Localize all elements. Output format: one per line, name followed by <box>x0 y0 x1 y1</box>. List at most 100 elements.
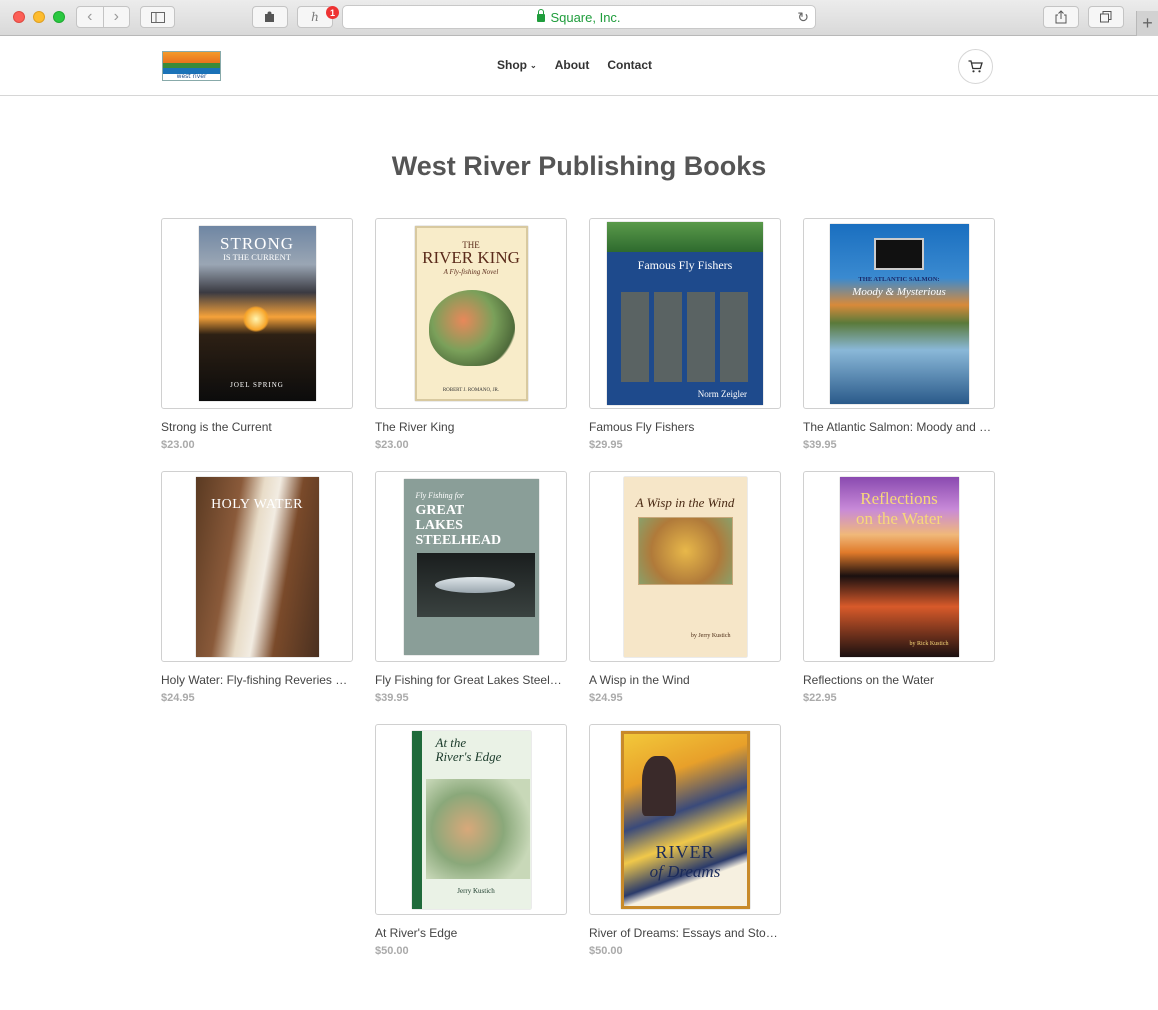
salmon-photo <box>873 237 924 270</box>
product-name[interactable]: A Wisp in the Wind <box>589 673 779 687</box>
product-image-frame: A Wisp in the Wind by Jerry Kustich <box>589 471 781 662</box>
cover-title: Fly Fishing for <box>415 490 464 500</box>
sidebar-icon <box>150 11 165 23</box>
honey-icon: ℎ <box>311 10 319 24</box>
cover-illustration <box>637 516 733 585</box>
logo-text: west river <box>176 72 207 80</box>
product-card[interactable]: RIVER of Dreams River of Dreams: Essays … <box>589 724 781 957</box>
book-cover-great-lakes-steelhead: Fly Fishing for GREAT LAKES STEELHEAD <box>403 478 539 655</box>
product-price: $39.95 <box>375 692 409 704</box>
site-logo[interactable]: west river <box>162 51 221 81</box>
product-image-frame: THE RIVER KING A Fly-fishing Novel ROBER… <box>375 218 567 409</box>
extension-badge: 1 <box>326 6 339 19</box>
book-cover-river-of-dreams: RIVER of Dreams <box>620 730 750 909</box>
product-price: $23.00 <box>375 439 409 451</box>
product-image-frame: HOLY WATER <box>161 471 353 662</box>
product-name[interactable]: River of Dreams: Essays and Stories <box>589 926 779 940</box>
share-button[interactable] <box>1043 6 1079 28</box>
new-tab-button[interactable]: + <box>1136 11 1158 36</box>
page-title: West River Publishing Books <box>391 151 767 181</box>
nav-shop[interactable]: Shop ⌄ <box>497 58 537 72</box>
cover-author: ROBERT J. ROMANO, JR. <box>442 388 500 393</box>
nav-about[interactable]: About <box>555 58 590 72</box>
product-name[interactable]: Strong is the Current <box>161 420 351 434</box>
product-card[interactable]: At the River's Edge Jerry Kustich At Riv… <box>375 724 567 957</box>
cover-author: JOEL SPRING <box>230 381 284 389</box>
nav-contact[interactable]: Contact <box>607 58 652 72</box>
product-price: $50.00 <box>375 945 409 957</box>
main-nav: Shop ⌄ About Contact <box>497 58 652 72</box>
maximize-window-button[interactable] <box>53 11 65 23</box>
cover-photo-grid <box>621 292 749 382</box>
product-price: $29.95 <box>589 439 623 451</box>
product-price: $24.95 <box>589 692 623 704</box>
product-card[interactable]: THE RIVER KING A Fly-fishing Novel ROBER… <box>375 218 567 451</box>
cover-subtitle: on the Water <box>855 508 943 528</box>
cover-subtitle: RIVER KING <box>422 248 520 267</box>
product-image-frame: THE ATLANTIC SALMON: Moody & Mysterious <box>803 218 995 409</box>
tabs-icon <box>1100 11 1112 23</box>
product-name[interactable]: Reflections on the Water <box>803 673 993 687</box>
product-card[interactable]: HOLY WATER Holy Water: Fly-fishing Rever… <box>161 471 353 704</box>
back-icon[interactable]: ‹ <box>77 7 104 27</box>
product-card[interactable]: STRONG IS THE CURRENT JOEL SPRING Strong… <box>161 218 353 451</box>
product-card[interactable]: THE ATLANTIC SALMON: Moody & Mysterious … <box>803 218 995 451</box>
product-image-frame: Reflections on the Water by Rick Kustich <box>803 471 995 662</box>
fish-graphic <box>434 576 515 593</box>
cover-subtitle: GREAT LAKES STEELHEAD <box>415 502 502 548</box>
address-bar[interactable]: Square, Inc. ↻ <box>342 5 816 29</box>
steelhead-photo <box>416 552 535 617</box>
product-name[interactable]: The River King <box>375 420 565 434</box>
product-name[interactable]: At River's Edge <box>375 926 565 940</box>
fish-illustration <box>428 290 515 366</box>
cover-title: Famous Fly Fishers <box>637 258 733 272</box>
product-image-frame: STRONG IS THE CURRENT JOEL SPRING <box>161 218 353 409</box>
cover-author: Jerry Kustich <box>457 886 495 895</box>
cover-title: RIVER <box>655 841 715 862</box>
sun-graphic <box>242 306 269 332</box>
product-name[interactable]: Holy Water: Fly-fishing Reveries and Rum… <box>161 673 351 687</box>
book-cover-a-wisp-in-the-wind: A Wisp in the Wind by Jerry Kustich <box>623 476 747 657</box>
product-price: $39.95 <box>803 439 837 451</box>
share-icon <box>1055 10 1067 24</box>
cover-author: by Rick Kustich <box>909 640 949 647</box>
cover-subtitle: IS THE CURRENT <box>223 252 291 262</box>
product-card[interactable]: A Wisp in the Wind by Jerry Kustich A Wi… <box>589 471 781 704</box>
product-name[interactable]: Famous Fly Fishers <box>589 420 779 434</box>
book-cover-the-river-king: THE RIVER KING A Fly-fishing Novel ROBER… <box>414 226 528 401</box>
browser-titlebar: ‹ › ℎ 1 Square, Inc. ↻ + <box>0 0 1158 36</box>
angler-figure <box>641 755 676 816</box>
minimize-window-button[interactable] <box>33 11 45 23</box>
product-name[interactable]: The Atlantic Salmon: Moody and Mysteriou… <box>803 420 993 434</box>
address-text: Square, Inc. <box>550 9 621 25</box>
cover-title: A Wisp in the Wind <box>635 494 735 510</box>
product-price: $22.95 <box>803 692 837 704</box>
cover-title: HOLY WATER <box>211 496 303 512</box>
book-cover-strong-is-the-current: STRONG IS THE CURRENT JOEL SPRING <box>198 226 316 401</box>
forward-icon[interactable]: › <box>104 7 130 27</box>
product-image-frame: RIVER of Dreams <box>589 724 781 915</box>
product-card[interactable]: Fly Fishing for GREAT LAKES STEELHEAD Fl… <box>375 471 567 704</box>
cover-subtitle: Moody & Mysterious <box>852 285 946 298</box>
book-cover-the-atlantic-salmon: THE ATLANTIC SALMON: Moody & Mysterious <box>829 223 969 404</box>
history-nav: ‹ › <box>76 6 130 28</box>
product-name[interactable]: Fly Fishing for Great Lakes Steelhead <box>375 673 565 687</box>
cover-author: by Jerry Kustich <box>690 632 731 639</box>
product-image-frame: Famous Fly Fishers Norm Zeigler <box>589 218 781 409</box>
reload-icon[interactable]: ↻ <box>797 9 809 26</box>
cover-illustration <box>425 778 530 879</box>
cover-subtitle: of Dreams <box>649 861 721 881</box>
product-price: $24.95 <box>161 692 195 704</box>
cart-button[interactable] <box>958 49 993 84</box>
sidebar-toggle-button[interactable] <box>140 6 175 28</box>
product-card[interactable]: Famous Fly Fishers Norm Zeigler Famous F… <box>589 218 781 451</box>
book-cover-holy-water: HOLY WATER <box>195 476 319 657</box>
extension-button[interactable] <box>252 6 288 28</box>
close-window-button[interactable] <box>13 11 25 23</box>
site-header: west river Shop ⌄ About Contact <box>0 36 1158 96</box>
tabs-overview-button[interactable] <box>1088 6 1124 28</box>
product-price: $23.00 <box>161 439 195 451</box>
book-cover-at-rivers-edge: At the River's Edge Jerry Kustich <box>411 730 531 909</box>
product-card[interactable]: Reflections on the Water by Rick Kustich… <box>803 471 995 704</box>
nav-shop-label: Shop <box>497 58 527 72</box>
